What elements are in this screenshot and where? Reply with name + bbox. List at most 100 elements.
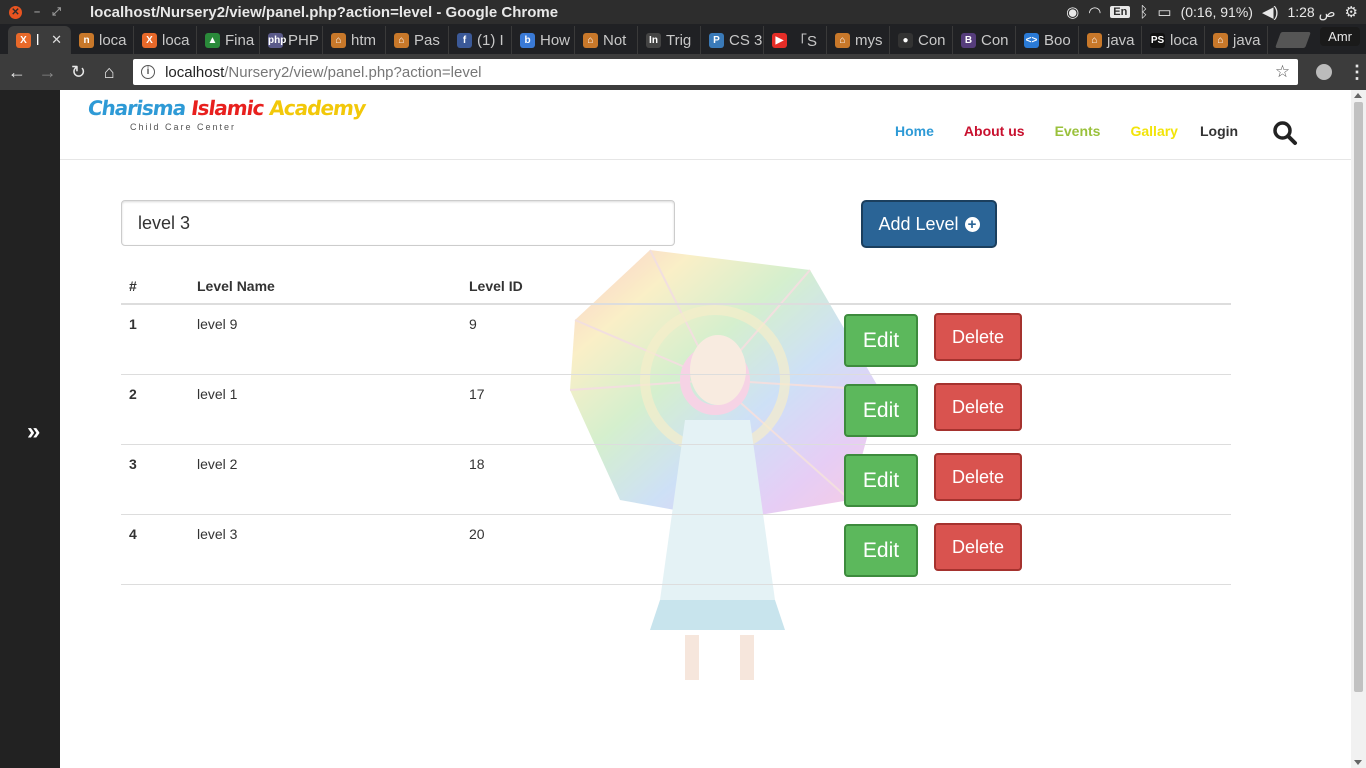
tab-favicon-icon: n [79,32,94,48]
delete-button[interactable]: Delete [934,313,1022,361]
battery-icon[interactable]: ▭ [1157,3,1171,21]
level-name-input[interactable] [121,200,675,246]
tab-title: Trig [666,31,692,49]
row-level-id: 18 [469,456,485,472]
browser-tab[interactable]: PS loca [1142,26,1205,54]
delete-button[interactable]: Delete [934,453,1022,501]
browser-tab[interactable]: ▶ 「S [764,26,827,54]
settings-gear-icon[interactable]: ⚙ [1345,3,1358,21]
sidebar-expand-icon[interactable]: » [27,418,40,446]
browser-menu-icon[interactable]: ⋮ [1348,62,1366,83]
browser-tab[interactable]: ▲ Fina [197,26,260,54]
bookmark-star-icon[interactable]: ☆ [1275,62,1290,82]
window-restore-icon[interactable]: ⤢ [52,6,61,19]
browser-tab[interactable]: ⌂ java [1079,26,1142,54]
scroll-down-icon[interactable] [1354,760,1362,765]
tab-favicon-icon: <> [1024,32,1039,48]
logo-subtitle: Child Care Center [130,122,237,132]
wifi-icon[interactable]: ◠ [1088,3,1101,21]
browser-tab[interactable]: In Trig [638,26,701,54]
back-arrow-icon[interactable]: ← [3,62,31,83]
edit-button[interactable]: Edit [844,314,918,367]
browser-tab[interactable]: f (1) I [449,26,512,54]
window-title: localhost/Nursery2/view/panel.php?action… [90,3,559,21]
nav-gallary[interactable]: Gallary [1130,123,1177,139]
nav-about-us[interactable]: About us [964,123,1025,139]
tab-title: java [1233,31,1261,49]
browser-tab[interactable]: ⌂ java [1205,26,1268,54]
row-level-name: level 3 [197,526,238,542]
clock[interactable]: 1:28 ص [1287,4,1335,21]
tab-title: Con [981,31,1009,49]
forward-arrow-icon[interactable]: → [34,62,62,83]
tab-title: loca [1170,31,1198,49]
window-minimize-icon[interactable]: – [34,6,40,18]
tab-title: PHP [288,31,319,49]
delete-button[interactable]: Delete [934,383,1022,431]
nav-home[interactable]: Home [895,123,934,139]
reload-icon[interactable]: ↻ [65,62,93,83]
window-close-icon[interactable]: ✕ [9,5,22,19]
tab-title: Pas [414,31,440,49]
browser-tab[interactable]: ⌂ htm [323,26,386,54]
browser-tab[interactable]: Xl ✕ [8,26,71,54]
nav-login[interactable]: Login [1200,123,1238,139]
tab-title: java [1107,31,1135,49]
table-row: 1 level 9 9 Edit Delete [121,305,1231,375]
volume-icon[interactable]: ◀) [1262,3,1279,21]
delete-button[interactable]: Delete [934,523,1022,571]
logo-wordmark: Charisma Islamic Academy [86,96,367,120]
site-info-icon[interactable]: i [141,65,156,79]
tab-close-icon[interactable]: ✕ [51,32,62,48]
header-number: # [129,277,137,294]
new-tab-button[interactable] [1275,32,1311,48]
keyboard-layout-indicator[interactable]: En [1110,6,1131,18]
browser-tab[interactable]: ⌂ Pas [386,26,449,54]
url-path: /Nursery2/view/panel.php?action=level [224,63,482,81]
browser-tab[interactable]: <> Boo [1016,26,1079,54]
tab-title: 「S [792,32,818,50]
battery-status: (0:16, 91%) [1180,4,1253,20]
tab-favicon-icon: X [142,32,157,48]
browser-tab[interactable]: php PHP [260,26,323,54]
home-icon[interactable]: ⌂ [95,62,123,83]
browser-tab[interactable]: ⌂ Not [575,26,638,54]
browser-tab[interactable]: P CS 3 [701,26,764,54]
tab-favicon-icon: ⌂ [394,32,409,48]
search-icon[interactable] [1272,120,1298,151]
tab-title: Con [918,31,946,49]
scroll-up-icon[interactable] [1354,93,1362,98]
url-host: localhost [165,63,225,81]
browser-tab[interactable]: b How [512,26,575,54]
add-level-button[interactable]: Add Level + [861,200,997,248]
row-level-name: level 9 [197,316,238,332]
site-header: Charisma Islamic Academy Child Care Cent… [60,90,1351,160]
tab-favicon-icon: PS [1150,32,1165,48]
discord-icon[interactable]: ◉ [1066,3,1079,21]
levels-table: # Level Name Level ID 1 level 9 9 Edit D… [121,268,1231,585]
tab-title: loca [99,31,127,49]
scrollbar-thumb[interactable] [1354,102,1363,692]
browser-tab[interactable]: Xloca [134,26,197,54]
edit-button[interactable]: Edit [844,384,918,437]
site-logo[interactable]: Charisma Islamic Academy Child Care Cent… [86,96,367,140]
tab-title: Not [603,31,627,49]
nav-events[interactable]: Events [1055,123,1101,139]
row-number: 3 [129,456,137,472]
page-scrollbar[interactable] [1351,90,1366,768]
tab-favicon-icon: ⌂ [1213,32,1228,48]
row-level-id: 9 [469,316,477,332]
address-bar[interactable]: i localhost/Nursery2/view/panel.php?acti… [133,59,1299,85]
browser-tab[interactable]: n loca [71,26,134,54]
browser-tab[interactable]: ● Con [890,26,953,54]
bluetooth-icon[interactable]: ᛒ [1139,4,1148,21]
tab-title: htm [351,31,377,49]
browser-tab[interactable]: B Con [953,26,1016,54]
edit-button[interactable]: Edit [844,524,918,577]
extension-icon[interactable] [1316,64,1333,80]
browser-tab[interactable]: ⌂ mys [827,26,890,54]
edit-button[interactable]: Edit [844,454,918,507]
tab-title: (1) I [477,31,504,49]
tab-favicon-icon: ⌂ [835,32,850,48]
profile-button[interactable]: Amr [1320,27,1360,46]
